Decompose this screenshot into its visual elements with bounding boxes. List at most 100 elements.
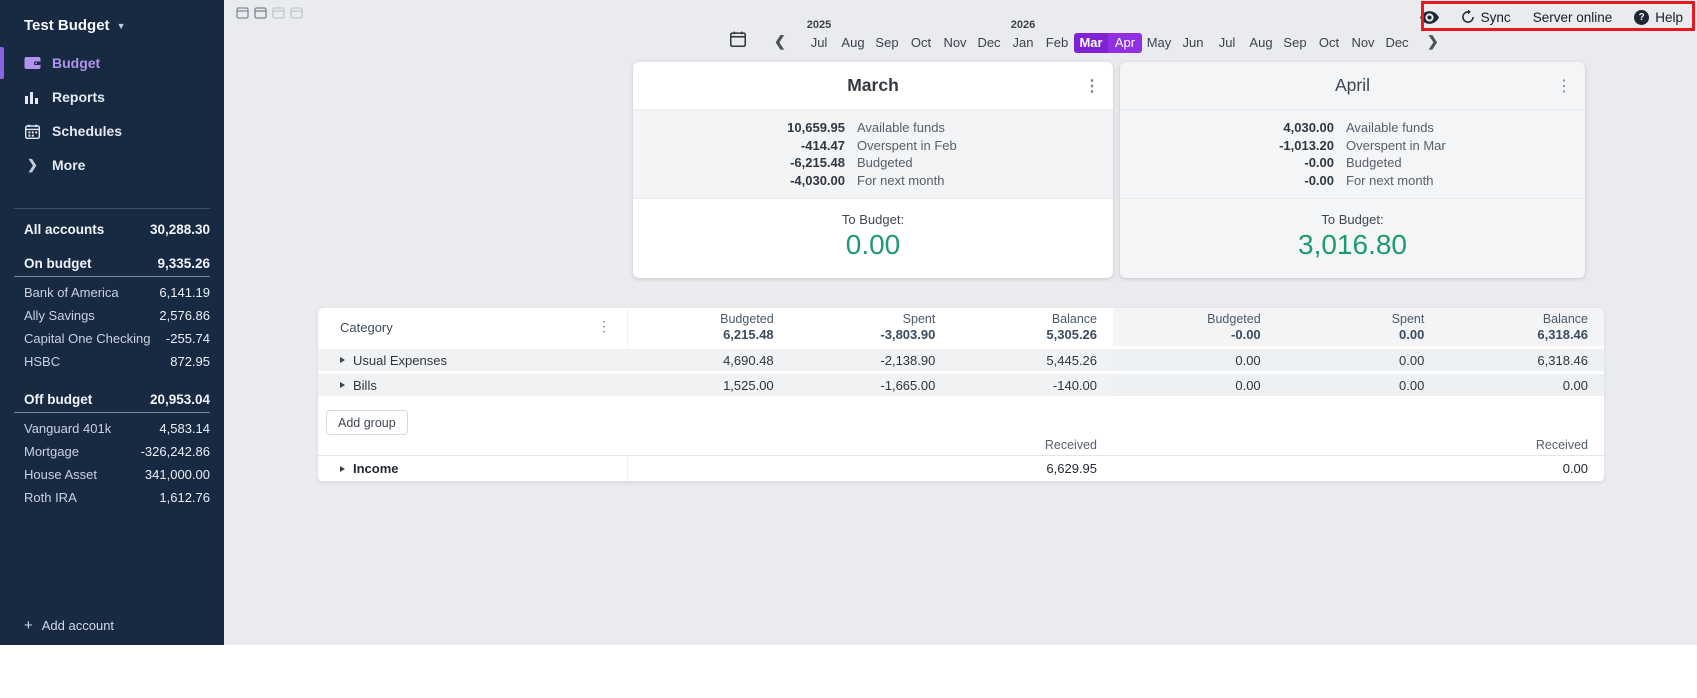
- one-month-view-icon[interactable]: [236, 6, 249, 19]
- summary-label: Overspent in Feb: [857, 137, 957, 155]
- month-aug-2025[interactable]: Aug: [836, 33, 870, 53]
- income-received-march[interactable]: 6,629.95: [628, 461, 1113, 476]
- month-oct-2025[interactable]: Oct: [904, 33, 938, 53]
- received-label-april: Received: [1113, 438, 1604, 452]
- category-group-row-bills[interactable]: Bills 1,525.00 -1,665.00 -140.00 0.00 0.…: [318, 374, 1604, 396]
- month-picker-button[interactable]: [730, 31, 746, 52]
- budgeted-cell[interactable]: 1,525.00: [628, 378, 790, 393]
- chevron-right-icon: ❯: [24, 157, 41, 173]
- to-budget-amount[interactable]: 0.00: [633, 229, 1113, 261]
- month-feb-2026[interactable]: Feb: [1040, 33, 1074, 53]
- category-menu-kebab-icon[interactable]: ⋮: [597, 318, 611, 335]
- account-balance: 341,000.00: [145, 467, 210, 482]
- month-jan-2026[interactable]: Jan: [1006, 33, 1040, 53]
- received-header-row: Received Received: [318, 438, 1604, 452]
- month-nov-2026[interactable]: Nov: [1346, 33, 1380, 53]
- on-budget-value: 9,335.26: [157, 256, 210, 271]
- month-mar-2026-selected[interactable]: Mar: [1074, 33, 1108, 53]
- budgeted-cell[interactable]: 4,690.48: [628, 353, 790, 368]
- month-oct-2026[interactable]: Oct: [1312, 33, 1346, 53]
- month-sep-2025[interactable]: Sep: [870, 33, 904, 53]
- month-nov-2025[interactable]: Nov: [938, 33, 972, 53]
- spent-cell[interactable]: 0.00: [1277, 353, 1441, 368]
- month-menu-kebab-icon[interactable]: ⋮: [1556, 76, 1572, 96]
- help-button[interactable]: ? Help: [1634, 10, 1683, 25]
- balance-cell[interactable]: 6,318.46: [1440, 353, 1604, 368]
- expand-triangle-icon[interactable]: [340, 382, 345, 388]
- spent-cell[interactable]: 0.00: [1277, 378, 1441, 393]
- account-row-house-asset[interactable]: House Asset 341,000.00: [0, 463, 224, 486]
- previous-month-button[interactable]: ❮: [774, 33, 786, 50]
- month-sep-2026[interactable]: Sep: [1278, 33, 1312, 53]
- account-balance: 4,583.14: [159, 421, 210, 436]
- budget-file-name: Test Budget: [24, 17, 110, 34]
- budgeted-cell[interactable]: 0.00: [1113, 353, 1277, 368]
- app-window: Test Budget ▼ Budget Reports Schedules ❯…: [0, 0, 1697, 645]
- server-status-label: Server online: [1533, 10, 1613, 25]
- month-menu-kebab-icon[interactable]: ⋮: [1084, 76, 1100, 96]
- month-dec-2026[interactable]: Dec: [1380, 33, 1414, 53]
- month-jul-2026[interactable]: Jul: [1210, 33, 1244, 53]
- account-row-ally-savings[interactable]: Ally Savings 2,576.86: [0, 304, 224, 327]
- account-row-mortgage[interactable]: Mortgage -326,242.86: [0, 440, 224, 463]
- next-month-button[interactable]: ❯: [1427, 33, 1439, 50]
- summary-label: Budgeted: [857, 154, 913, 172]
- month-card-march: March ⋮ 10,659.95Available funds -414.47…: [633, 62, 1113, 278]
- budgeted-cell[interactable]: 0.00: [1113, 378, 1277, 393]
- group-name: Income: [353, 461, 399, 476]
- bar-chart-icon: [24, 90, 41, 104]
- summary-label: For next month: [857, 172, 944, 190]
- eye-icon: [1420, 11, 1439, 24]
- off-budget-row[interactable]: Off budget 20,953.04: [14, 386, 210, 407]
- month-apr-2026-selected[interactable]: Apr: [1108, 33, 1142, 53]
- spent-cell[interactable]: -1,665.00: [790, 378, 952, 393]
- all-accounts-row[interactable]: All accounts 30,288.30: [14, 216, 210, 237]
- year-labels: 2025 2026: [802, 19, 1414, 32]
- privacy-toggle-button[interactable]: [1420, 11, 1439, 24]
- summary-amount: 4,030.00: [1120, 119, 1334, 137]
- sync-button[interactable]: Sync: [1461, 10, 1511, 25]
- account-row-capital-one-checking[interactable]: Capital One Checking -255.74: [0, 327, 224, 350]
- two-month-view-icon[interactable]: [254, 6, 267, 19]
- category-group-row-usual-expenses[interactable]: Usual Expenses 4,690.48 -2,138.90 5,445.…: [318, 349, 1604, 371]
- month-aug-2026[interactable]: Aug: [1244, 33, 1278, 53]
- income-group-row[interactable]: Income 6,629.95 0.00: [318, 455, 1604, 482]
- sidebar-item-budget[interactable]: Budget: [0, 46, 224, 80]
- account-row-vanguard-401k[interactable]: Vanguard 401k 4,583.14: [0, 417, 224, 440]
- server-status-button[interactable]: Server online: [1533, 10, 1613, 25]
- help-label: Help: [1655, 10, 1683, 25]
- expand-triangle-icon[interactable]: [340, 357, 345, 363]
- month-dec-2025[interactable]: Dec: [972, 33, 1006, 53]
- sidebar-item-reports[interactable]: Reports: [0, 80, 224, 114]
- three-month-view-icon[interactable]: [272, 6, 285, 19]
- column-header-spent: Spent: [790, 312, 936, 327]
- summary-amount: -4,030.00: [633, 172, 845, 190]
- account-balance: 6,141.19: [159, 285, 210, 300]
- month-jun-2026[interactable]: Jun: [1176, 33, 1210, 53]
- balance-cell[interactable]: 0.00: [1440, 378, 1604, 393]
- account-row-bank-of-america[interactable]: Bank of America 6,141.19: [0, 281, 224, 304]
- add-group-button[interactable]: Add group: [326, 410, 408, 435]
- add-account-button[interactable]: + Add account: [24, 617, 114, 634]
- balance-cell[interactable]: 5,445.26: [951, 353, 1113, 368]
- sidebar-item-label: More: [52, 157, 85, 173]
- income-received-april[interactable]: 0.00: [1113, 461, 1604, 476]
- column-header-budgeted: Budgeted: [628, 312, 774, 327]
- on-budget-row[interactable]: On budget 9,335.26: [14, 250, 210, 271]
- sidebar-item-schedules[interactable]: Schedules: [0, 114, 224, 148]
- account-balance: -255.74: [166, 331, 210, 346]
- account-name: Capital One Checking: [24, 331, 150, 346]
- month-jul-2025[interactable]: Jul: [802, 33, 836, 53]
- account-row-roth-ira[interactable]: Roth IRA 1,612.76: [0, 486, 224, 509]
- expand-triangle-icon[interactable]: [340, 466, 345, 472]
- sidebar-item-more[interactable]: ❯ More: [0, 148, 224, 182]
- month-strip: Jul Aug Sep Oct Nov Dec Jan Feb Mar Apr …: [802, 33, 1414, 53]
- spent-cell[interactable]: -2,138.90: [790, 353, 952, 368]
- account-row-hsbc[interactable]: HSBC 872.95: [0, 350, 224, 373]
- month-may-2026[interactable]: May: [1142, 33, 1176, 53]
- four-month-view-icon[interactable]: [290, 6, 303, 19]
- column-header-balance: Balance: [951, 312, 1097, 327]
- to-budget-amount[interactable]: 3,016.80: [1120, 229, 1585, 261]
- balance-cell[interactable]: -140.00: [951, 378, 1113, 393]
- budget-file-switcher[interactable]: Test Budget ▼: [0, 0, 224, 46]
